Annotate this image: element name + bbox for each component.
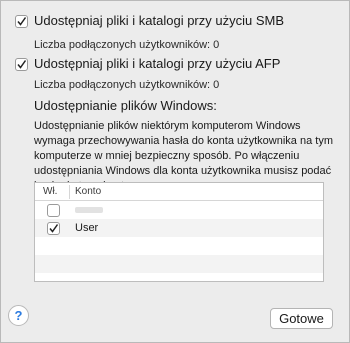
- table-row[interactable]: User: [35, 219, 323, 237]
- smb-label[interactable]: Udostępniaj pliki i katalogi przy użyciu…: [34, 13, 284, 28]
- enable-account-checkbox[interactable]: [47, 222, 60, 235]
- table-header: Wł. Konto: [35, 183, 323, 201]
- table-row-empty: [35, 237, 323, 255]
- checkmark-icon: [17, 17, 27, 26]
- column-header-account[interactable]: Konto: [75, 186, 101, 197]
- help-button[interactable]: ?: [8, 305, 29, 326]
- table-row[interactable]: [35, 201, 323, 219]
- afp-connected-users-count: Liczba podłączonych użytkowników: 0: [34, 79, 220, 91]
- afp-label[interactable]: Udostępniaj pliki i katalogi przy użyciu…: [34, 56, 280, 71]
- column-header-enabled[interactable]: Wł.: [43, 186, 57, 197]
- checkmark-icon: [49, 224, 59, 233]
- smb-checkbox[interactable]: [15, 15, 28, 28]
- windows-sharing-heading: Udostępnianie plików Windows:: [34, 98, 217, 113]
- file-sharing-options-sheet: Udostępniaj pliki i katalogi przy użyciu…: [0, 0, 350, 343]
- done-button[interactable]: Gotowe: [270, 308, 333, 329]
- account-name-redacted: [75, 207, 103, 213]
- checkmark-icon: [17, 60, 27, 69]
- afp-checkbox[interactable]: [15, 58, 28, 71]
- table-row-empty: [35, 255, 323, 273]
- enable-account-checkbox[interactable]: [47, 204, 60, 217]
- table-row-empty: [35, 273, 323, 281]
- windows-accounts-table[interactable]: Wł. Konto User: [34, 182, 324, 282]
- smb-connected-users-count: Liczba podłączonych użytkowników: 0: [34, 39, 220, 51]
- column-divider: [69, 185, 70, 199]
- account-name: User: [75, 222, 99, 234]
